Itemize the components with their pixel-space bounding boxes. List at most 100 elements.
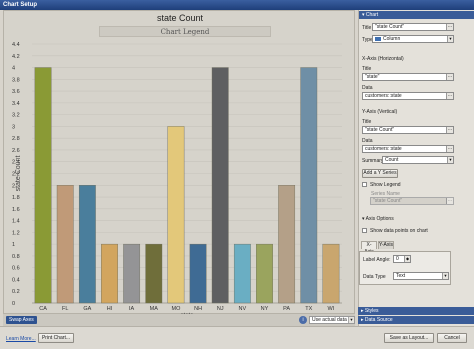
series-name-field[interactable]: "state Count" ... (370, 197, 454, 205)
bar-hi (101, 243, 118, 304)
bar-wi (322, 243, 340, 304)
section-header-styles[interactable]: ▸ Styles (358, 307, 474, 315)
y-tick-label: 0 (12, 301, 15, 307)
y-tick-label: 3.8 (12, 77, 20, 83)
tab-y-axis[interactable]: Y-Axis (378, 241, 394, 249)
learn-more-link[interactable]: Learn More... (6, 336, 36, 342)
more-options-icon[interactable]: ... (446, 198, 453, 204)
x-tick-label: HI (107, 306, 113, 312)
label-angle-value: 0 (396, 256, 399, 262)
chart-type-select[interactable]: Column ▼ (372, 35, 454, 43)
y-axis-title: state Count (15, 156, 22, 192)
y-tick-label: 1.8 (12, 195, 20, 201)
x-tick-label: CA (39, 306, 47, 312)
swap-axes-button[interactable]: Swap Axes (6, 316, 37, 324)
section-header-chart[interactable]: ▾ Chart (359, 11, 474, 19)
window-title-bar: Chart Setup (0, 0, 474, 10)
bar-pa (278, 185, 296, 304)
y-tick-label: 0.6 (12, 266, 20, 272)
axis-options-header[interactable]: ▾ Axis Options (362, 216, 394, 222)
bar-ny (256, 243, 273, 304)
more-options-icon[interactable]: ... (446, 24, 453, 30)
section-label: Chart (365, 12, 379, 18)
axis-options-label: Axis Options (365, 216, 394, 222)
x-tick-label: NV (239, 306, 247, 312)
data-type-label: Data Type (363, 274, 386, 280)
x-data-field[interactable]: customers::state ... (362, 92, 454, 100)
y-data-label: Data (362, 138, 373, 144)
x-data-value: customers::state (365, 93, 402, 99)
tab-x-axis[interactable]: X-Axis (361, 241, 377, 255)
chevron-down-icon: ▼ (447, 157, 453, 163)
y-data-value: customers::state (365, 146, 402, 152)
show-legend-label: Show Legend (370, 182, 401, 188)
y-tick-label: 3.2 (12, 113, 20, 119)
x-title-value: "state" (365, 74, 380, 80)
data-mode-select[interactable]: Use actual data ▼ (309, 316, 355, 324)
y-tick-label: 0.4 (12, 277, 20, 283)
chart-title-field[interactable]: "state Count" ... (372, 23, 454, 31)
chart-legend: Chart Legend (99, 26, 271, 37)
window-title: Chart Setup (3, 2, 38, 8)
add-y-series-button[interactable]: Add a Y Series (362, 169, 398, 178)
x-tick-label: GA (83, 306, 91, 312)
y-tick-label: 4.4 (12, 42, 20, 48)
show-data-points-checkbox[interactable] (362, 228, 367, 233)
title-label: Title (362, 25, 372, 31)
show-legend-checkbox[interactable] (362, 182, 367, 187)
bar-ia (123, 243, 141, 304)
y-tick-label: 2.8 (12, 136, 20, 142)
print-chart-button[interactable]: Print Chart... (38, 333, 74, 343)
data-type-select[interactable]: Text ▼ (393, 272, 449, 280)
y-tick-label: 4.2 (12, 54, 20, 60)
label-angle-label: Label Angle: (363, 257, 391, 263)
more-options-icon[interactable]: ... (446, 146, 453, 152)
more-options-icon[interactable]: ... (446, 93, 453, 99)
y-tick-label: 0.8 (12, 254, 20, 260)
data-type-value: Text (396, 273, 406, 279)
bar-ca (34, 67, 52, 304)
save-as-layout-button[interactable]: Save as Layout... (384, 333, 434, 343)
y-tick-label: 4 (12, 66, 15, 72)
chart-title: state Count (156, 13, 204, 23)
bar-nj (211, 67, 229, 304)
chevron-down-icon: ▼ (442, 273, 448, 279)
more-options-icon[interactable]: ... (446, 74, 453, 80)
label-angle-stepper[interactable]: 0 ◆ (393, 255, 411, 263)
y-tick-label: 1 (12, 242, 15, 248)
more-options-icon[interactable]: ... (446, 127, 453, 133)
y-tick-label: 1.6 (12, 207, 20, 213)
x-tick-label: NJ (217, 306, 224, 312)
bar-ma (145, 243, 163, 304)
info-icon[interactable]: i (299, 316, 307, 324)
x-axis-header: X-Axis (Horizontal) (362, 56, 404, 62)
summary-select[interactable]: Count ▼ (382, 156, 454, 164)
chevron-down-icon: ▼ (348, 317, 354, 323)
stepper-icon[interactable]: ◆ (404, 256, 410, 262)
y-data-field[interactable]: customers::state ... (362, 145, 454, 153)
y-tick-label: 3 (12, 124, 15, 130)
column-chart-icon (375, 37, 381, 41)
x-tick-label: NH (194, 306, 202, 312)
series-name-value: "state Count" (373, 198, 403, 204)
y-axis-header: Y-Axis (Vertical) (362, 109, 398, 115)
x-data-label: Data (362, 85, 373, 91)
y-tick-label: 1.2 (12, 230, 20, 236)
x-tick-label: NY (261, 306, 269, 312)
y-title-value: "state Count" (365, 127, 395, 133)
bar-nh (189, 243, 207, 304)
x-tick-label: MA (150, 306, 159, 312)
chart-toolbar: Swap Axes i Use actual data ▼ (3, 314, 355, 326)
x-title-field[interactable]: "state" ... (362, 73, 454, 81)
y-title-field[interactable]: "state Count" ... (362, 126, 454, 134)
x-tick-label: FL (62, 306, 68, 312)
y-tick-label: 2.6 (12, 148, 20, 154)
chevron-down-icon: ▼ (447, 36, 453, 42)
cancel-button[interactable]: Cancel (437, 333, 467, 343)
show-data-points-label: Show data points on chart (370, 228, 428, 234)
y-tick-label: 1.4 (12, 219, 20, 225)
chart-plot: 00.20.40.60.811.21.41.61.822.22.42.62.83… (12, 42, 342, 315)
section-header-data-source[interactable]: ▸ Data Source (358, 316, 474, 324)
bar-nv (233, 243, 251, 304)
axis-tab-panel: Label Angle: 0 ◆ Data Type Text ▼ (359, 251, 451, 285)
